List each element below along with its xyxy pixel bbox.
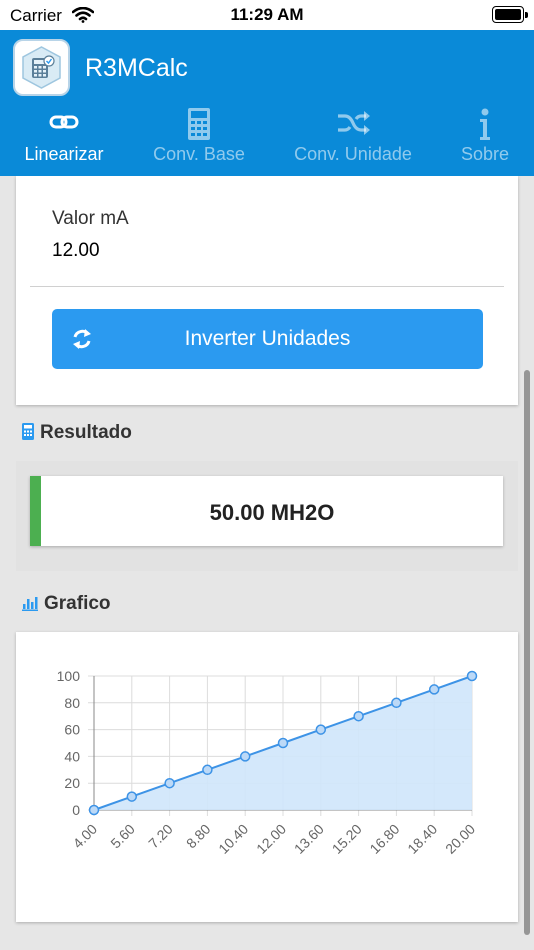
link-icon (10, 106, 118, 142)
input-card: Valor mA Inverter Unidades (16, 176, 518, 405)
data-point (353, 710, 364, 722)
x-tick-label: 20.00 (442, 821, 478, 857)
calculator-icon (143, 106, 255, 142)
data-point (164, 777, 175, 789)
y-tick-label: 80 (64, 695, 80, 711)
data-point (466, 670, 478, 682)
y-tick-label: 40 (64, 748, 80, 764)
x-tick-label: 5.60 (107, 821, 138, 852)
x-tick-label: 18.40 (404, 821, 440, 857)
y-tick-label: 60 (64, 722, 80, 738)
invert-units-label: Inverter Unidades (184, 327, 351, 350)
tab-linearizar-label: Linearizar (24, 144, 104, 164)
x-tick-label: 10.40 (215, 821, 251, 857)
shuffle-icon (283, 106, 423, 142)
tab-linearizar[interactable]: Linearizar (10, 104, 118, 176)
y-tick-label: 100 (57, 668, 81, 684)
battery-icon (492, 6, 528, 23)
tab-conv-base[interactable]: Conv. Base (143, 104, 255, 176)
data-point (126, 791, 138, 802)
valor-ma-label: Valor mA (52, 208, 129, 229)
data-point (202, 764, 213, 776)
content-scroll-area[interactable]: Valor mA Inverter Unidades Resul (0, 176, 534, 950)
app-header: R3MCalc Linearizar Conv. Base Conv. Unid… (0, 30, 534, 176)
data-point (428, 684, 440, 695)
app-title: R3MCalc (85, 54, 188, 82)
grafico-title: Grafico (44, 593, 111, 614)
result-accent-bar (30, 476, 41, 546)
x-tick-label: 16.80 (366, 821, 402, 857)
data-point (88, 804, 100, 816)
data-point (391, 697, 402, 709)
info-icon (450, 106, 520, 142)
resultado-heading: Resultado (22, 422, 132, 446)
calculator-icon (22, 423, 34, 446)
tab-conv-unidade-label: Conv. Unidade (294, 144, 412, 164)
divider (30, 286, 504, 287)
tab-sobre-label: Sobre (460, 144, 510, 164)
tab-bar: Linearizar Conv. Base Conv. Unidade Sobr… (0, 104, 534, 176)
scrollbar[interactable] (524, 370, 530, 935)
x-tick-label: 15.20 (329, 821, 365, 857)
x-tick-label: 7.20 (145, 821, 176, 852)
calculator-app-icon (13, 39, 70, 96)
tab-conv-unidade[interactable]: Conv. Unidade (283, 104, 423, 176)
x-tick-label: 4.00 (70, 821, 101, 852)
tab-sobre[interactable]: Sobre (450, 104, 520, 176)
x-tick-label: 8.80 (183, 821, 214, 852)
data-point (239, 751, 251, 762)
x-tick-label: 13.60 (291, 821, 327, 857)
tab-conv-base-label: Conv. Base (153, 144, 245, 164)
y-tick-label: 20 (64, 775, 80, 791)
data-point (277, 737, 289, 749)
clock: 11:29 AM (230, 5, 304, 24)
x-tick-label: 12.00 (253, 821, 289, 857)
valor-ma-input[interactable] (52, 240, 452, 262)
result-value: 50.00 MH2O (209, 500, 335, 525)
invert-units-button[interactable]: Inverter Unidades (52, 309, 483, 369)
status-bar: Carrier 11:29 AM (0, 0, 534, 30)
bar-chart-icon (22, 595, 38, 617)
result-card: 50.00 MH2O (30, 476, 503, 546)
resultado-title: Resultado (40, 422, 132, 443)
chart-card: 0 20 40 60 80 100 4.00 5.60 7.20 8.80 10.40 12.00 13… (16, 632, 518, 922)
chart-area: 0 20 40 60 80 100 4.00 5.60 7.20 8.80 10.40 12.00 13… (57, 668, 479, 857)
data-point (315, 724, 327, 735)
y-tick-label: 0 (72, 802, 80, 818)
grafico-heading: Grafico (22, 593, 111, 617)
